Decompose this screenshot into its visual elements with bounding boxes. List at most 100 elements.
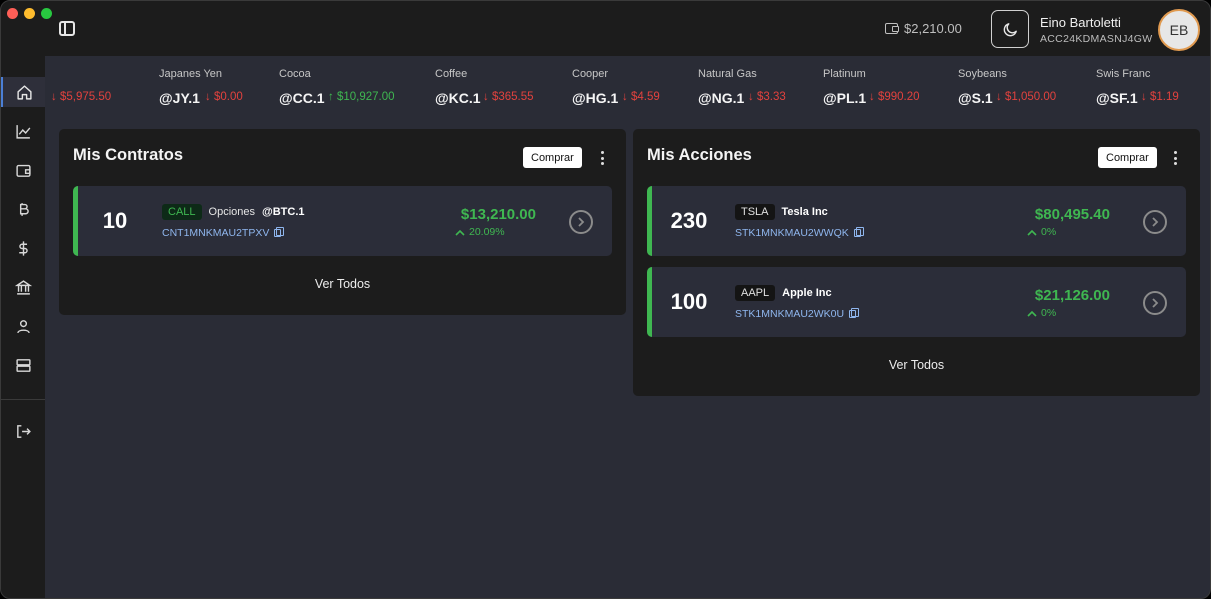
open-stock-button[interactable]	[1143, 291, 1167, 315]
open-contract-button[interactable]	[569, 210, 593, 234]
ticker-change-value: $1.19	[1149, 91, 1179, 103]
chevron-right-icon	[1151, 217, 1158, 227]
see-all-contracts-link[interactable]: Ver Todos	[59, 277, 626, 291]
ticker-change-value: $5,975.50	[59, 91, 112, 103]
ticker-change-value: $990.20	[877, 91, 920, 103]
close-window-button[interactable]	[7, 8, 18, 19]
dollar-icon	[18, 240, 28, 256]
market-ticker: 00 .1 ↓ $5,975.50 Japanes Yen @JY.1 ↓ $0…	[45, 56, 1210, 116]
wallet-icon	[15, 164, 31, 177]
ticker-symbol: @NG.1	[698, 90, 745, 106]
app-window: $2,210.00 Eino Bartoletti ACC24KDMASNJ4G…	[0, 0, 1211, 599]
ticker-badge: AAPL	[735, 285, 776, 301]
logout-icon	[16, 424, 31, 438]
ticker-badge: TSLA	[735, 204, 775, 220]
minimize-window-button[interactable]	[24, 8, 35, 19]
contract-change: 20.09%	[455, 226, 505, 238]
server-icon	[15, 358, 31, 372]
ticker-symbol: @CC.1	[279, 90, 325, 106]
ticker-change: ↓ $1,050.00	[996, 91, 1057, 103]
contract-symbol: @BTC.1	[262, 206, 305, 218]
nav-profile[interactable]	[1, 311, 45, 341]
ticker-change-value: $365.55	[491, 91, 534, 103]
stock-id-text: STK1MNKMAU2WK0U	[735, 308, 845, 320]
ticker-change: ↓ $0.00	[205, 91, 243, 103]
nav-wallet[interactable]	[1, 155, 45, 185]
panel-title: Mis Contratos	[73, 146, 184, 164]
stock-name: Apple Inc	[782, 287, 832, 299]
ticker-name: Coffee	[435, 68, 468, 80]
nav-bank[interactable]	[1, 272, 45, 302]
contract-id-text: CNT1MNKMAU2TPXV	[162, 227, 270, 239]
contract-price: $13,210.00	[460, 206, 536, 223]
stock-header: AAPL Apple Inc	[735, 285, 832, 301]
status-bar	[647, 186, 652, 256]
chart-icon	[15, 124, 30, 139]
ticker-change-value: $4.59	[630, 91, 660, 103]
more-options-icon[interactable]	[600, 151, 604, 165]
stock-card[interactable]: 230 TSLA Tesla Inc STK1MNKMAU2WWQK $80,4…	[647, 186, 1186, 256]
ticker-change-value: $10,927.00	[336, 91, 395, 103]
nav-server[interactable]	[1, 350, 45, 380]
chevron-up-icon	[1027, 310, 1037, 317]
status-bar	[73, 186, 78, 256]
chevron-up-icon	[455, 229, 465, 236]
home-icon	[16, 84, 32, 100]
nav-logout[interactable]	[1, 416, 45, 446]
stock-quantity: 100	[670, 289, 708, 314]
ticker-name: Platinum	[823, 68, 866, 80]
zoom-window-button[interactable]	[41, 8, 52, 19]
nav-chart[interactable]	[1, 116, 45, 146]
sidebar-toggle-icon[interactable]	[59, 21, 75, 36]
copy-icon[interactable]	[849, 308, 860, 318]
contract-card[interactable]: 10 CALL Opciones @BTC.1 CNT1MNKMAU2TPXV …	[73, 186, 612, 256]
nav-divider	[1, 399, 45, 400]
ticker-name: Cocoa	[279, 68, 311, 80]
stock-change-value: 0%	[1041, 307, 1057, 319]
nav-home[interactable]	[1, 77, 45, 107]
chevron-right-icon	[577, 217, 584, 227]
stock-quantity: 230	[670, 208, 708, 233]
ticker-symbol: @JY.1	[159, 90, 200, 106]
ticker-change: ↓ $365.55	[483, 91, 534, 103]
copy-icon[interactable]	[274, 227, 285, 237]
open-stock-button[interactable]	[1143, 210, 1167, 234]
stock-change: 0%	[1027, 307, 1056, 319]
ticker-symbol: @SF.1	[1096, 90, 1138, 106]
ticker-name: Swis Franc	[1096, 68, 1151, 80]
ticker-change: ↓ $3.33	[748, 91, 786, 103]
buy-contract-button[interactable]: Comprar	[523, 147, 582, 168]
ticker-change: ↓ $1.19	[1141, 91, 1179, 103]
copy-icon[interactable]	[853, 227, 864, 237]
ticker-name: Natural Gas	[698, 68, 757, 80]
panel-title: Mis Acciones	[647, 146, 752, 164]
theme-toggle-button[interactable]	[991, 10, 1029, 48]
avatar[interactable]: EB	[1158, 9, 1200, 51]
wallet-icon	[885, 23, 899, 34]
ticker-symbol: @KC.1	[435, 90, 481, 106]
user-name: Eino Bartoletti	[1040, 15, 1121, 30]
see-all-stocks-link[interactable]: Ver Todos	[633, 358, 1200, 372]
top-bar: $2,210.00 Eino Bartoletti ACC24KDMASNJ4G…	[1, 1, 1210, 56]
option-type-badge: CALL	[162, 204, 202, 220]
chevron-right-icon	[1151, 298, 1158, 308]
window-controls	[7, 8, 52, 19]
ticker-change: ↓ $990.20	[869, 91, 920, 103]
ticker-name: Cooper	[572, 68, 609, 80]
contract-change-value: 20.09%	[469, 226, 505, 238]
user-icon	[16, 319, 30, 333]
ticker-symbol: @PL.1	[823, 90, 867, 106]
nav-crypto[interactable]	[1, 194, 45, 224]
ticker-symbol: @HG.1	[572, 90, 619, 106]
nav-currency[interactable]	[1, 233, 45, 263]
stock-id: STK1MNKMAU2WK0U	[735, 308, 860, 320]
ticker-change: ↓ $5,975.50	[51, 91, 112, 103]
buy-stock-button[interactable]: Comprar	[1098, 147, 1157, 168]
stock-name: Tesla Inc	[781, 206, 828, 218]
stock-card[interactable]: 100 AAPL Apple Inc STK1MNKMAU2WK0U $21,1…	[647, 267, 1186, 337]
stock-change: 0%	[1027, 226, 1056, 238]
balance-display: $2,210.00	[885, 21, 962, 36]
more-options-icon[interactable]	[1173, 151, 1177, 165]
contract-header: CALL Opciones @BTC.1	[162, 204, 305, 220]
ticker-change-value: $1,050.00	[1004, 91, 1057, 103]
